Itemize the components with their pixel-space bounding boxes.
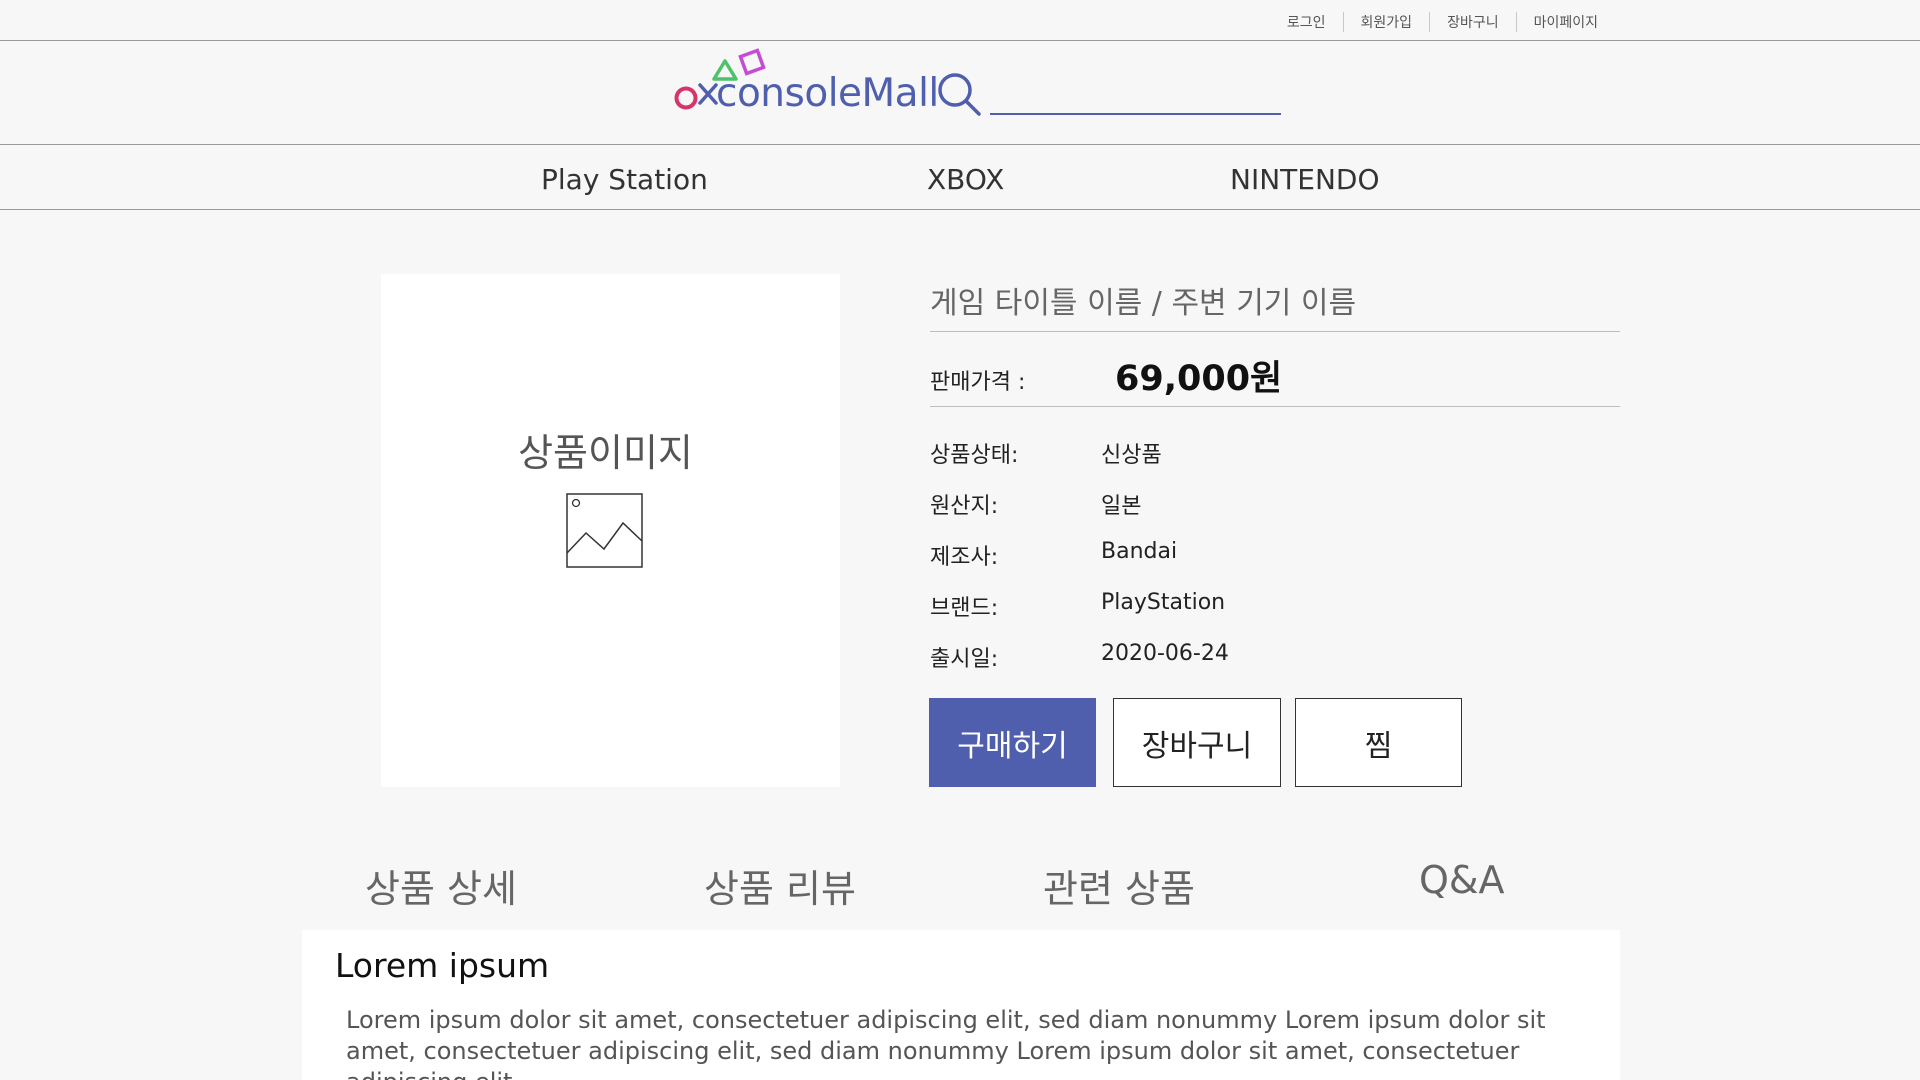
product-tabs: 상품 상세 상품 리뷰 관련 상품 Q&A (302, 858, 1620, 930)
spec-label: 출시일: (930, 647, 999, 672)
add-to-cart-button[interactable]: 장바구니 (1113, 698, 1281, 787)
product-info: 게임 타이틀 이름 / 주변 기기 이름 판매가격 : 69,000원 상품상태… (930, 274, 1620, 692)
product-image-label: 상품이미지 (518, 431, 693, 475)
spec-row: 출시일: 2020-06-24 (930, 641, 1620, 692)
spec-list: 상품상태: 신상품 원산지: 일본 제조사: Bandai 브랜드: PlayS… (930, 437, 1620, 692)
nav-xbox[interactable]: XBOX (927, 163, 1004, 196)
tab-reviews[interactable]: 상품 리뷰 (704, 858, 856, 913)
nav-nintendo[interactable]: NINTENDO (1230, 163, 1380, 196)
detail-heading: Lorem ipsum (335, 946, 550, 985)
price-label: 판매가격 : (930, 370, 1026, 395)
logo[interactable]: consoleMall (668, 45, 939, 121)
spec-value: Bandai (1101, 539, 1178, 564)
buy-button[interactable]: 구매하기 (929, 698, 1096, 787)
spec-value: 신상품 (1101, 443, 1162, 468)
spec-row: 제조사: Bandai (930, 539, 1620, 590)
product-image: 상품이미지 (381, 274, 840, 787)
util-links: 로그인 회원가입 장바구니 마이페이지 (1270, 12, 1615, 32)
spec-value: PlayStation (1101, 590, 1226, 615)
tab-details[interactable]: 상품 상세 (365, 858, 517, 913)
logo-text: consoleMall (716, 71, 939, 116)
nav-playstation[interactable]: Play Station (541, 163, 708, 196)
product-title: 게임 타이틀 이름 / 주변 기기 이름 (930, 274, 1620, 332)
spec-row: 브랜드: PlayStation (930, 590, 1620, 641)
login-link[interactable]: 로그인 (1270, 12, 1343, 32)
price-row: 판매가격 : 69,000원 (930, 332, 1620, 407)
image-placeholder-icon (566, 493, 643, 568)
search-icon[interactable] (936, 71, 982, 117)
detail-body: Lorem ipsum dolor sit amet, consectetuer… (346, 1006, 1546, 1080)
detail-panel: Lorem ipsum Lorem ipsum dolor sit amet, … (302, 930, 1620, 1080)
top-utility-bar: 로그인 회원가입 장바구니 마이페이지 (0, 0, 1920, 41)
spec-label: 제조사: (930, 545, 999, 570)
search-input[interactable] (990, 79, 1281, 115)
header: consoleMall (0, 41, 1920, 145)
cart-link[interactable]: 장바구니 (1430, 12, 1516, 32)
spec-label: 브랜드: (930, 596, 999, 621)
product-page: 로그인 회원가입 장바구니 마이페이지 consoleMall Play Sta… (0, 0, 1920, 1080)
spec-row: 상품상태: 신상품 (930, 437, 1620, 488)
spec-label: 상품상태: (930, 443, 1019, 468)
category-nav: Play Station XBOX NINTENDO (0, 145, 1920, 210)
spec-label: 원산지: (930, 494, 999, 519)
price-value: 69,000원 (1115, 359, 1283, 399)
tab-related[interactable]: 관련 상품 (1043, 858, 1195, 913)
signup-link[interactable]: 회원가입 (1344, 12, 1430, 32)
spec-row: 원산지: 일본 (930, 488, 1620, 539)
mypage-link[interactable]: 마이페이지 (1517, 12, 1615, 32)
wishlist-button[interactable]: 찜 (1295, 698, 1462, 787)
spec-value: 2020-06-24 (1101, 641, 1229, 666)
action-buttons: 구매하기 장바구니 찜 (929, 698, 1462, 787)
spec-value: 일본 (1101, 494, 1142, 519)
tab-qna[interactable]: Q&A (1419, 858, 1505, 902)
